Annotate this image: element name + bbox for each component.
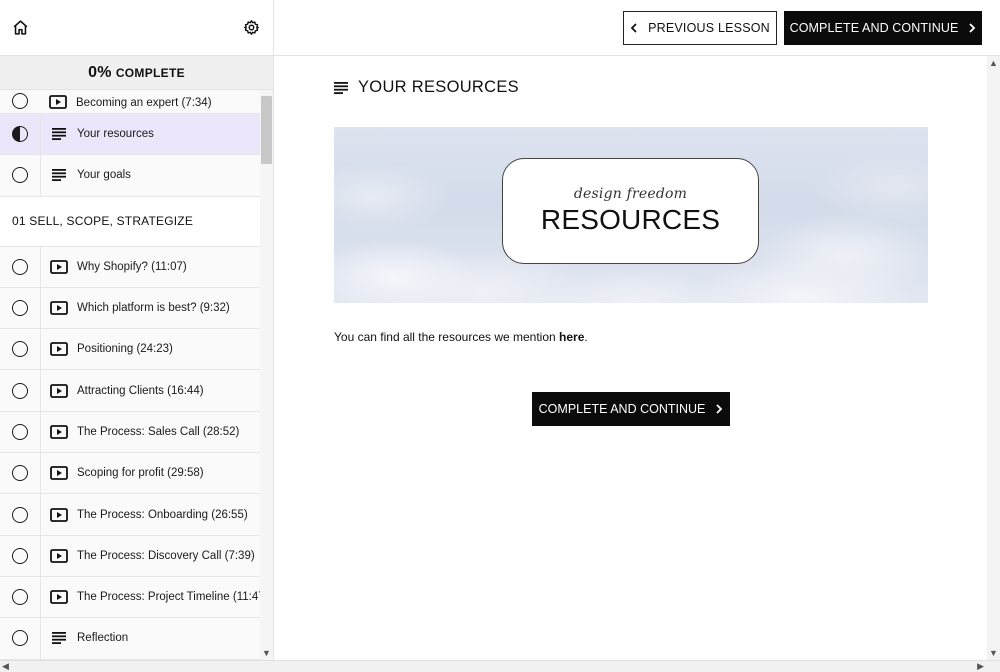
incomplete-status-icon [12,300,28,317]
incomplete-status-icon [12,465,28,482]
incomplete-status-icon [12,423,28,440]
content-scrollbar[interactable]: ▲ ▼ [987,56,1000,660]
lesson-label: Becoming an expert (7:34) [76,97,212,109]
incomplete-status-icon [12,506,28,523]
incomplete-status-icon [12,341,28,358]
text-lines-icon [52,128,66,141]
banner-card: design freedom RESOURCES [502,158,759,264]
lesson-item[interactable]: Reflection [0,618,260,660]
incomplete-status-icon [12,167,28,184]
previous-lesson-label: PREVIOUS LESSON [648,21,770,35]
lesson-label: The Process: Sales Call (28:52) [77,425,240,438]
section-title: 01 SELL, SCOPE, STRATEGIZE [0,196,260,247]
play-video-icon [50,342,68,357]
play-video-icon [50,259,68,274]
lesson-item-active[interactable]: Your resources [0,114,260,156]
sidebar-scroll-thumb[interactable] [261,96,272,164]
lesson-list: Becoming an expert (7:34) Your resources… [0,90,260,660]
incomplete-status-icon [12,382,28,399]
play-video-icon [50,301,68,315]
text-lines-icon [334,81,348,94]
chevron-right-icon [716,404,723,414]
lesson-label: The Process: Onboarding (26:55) [77,508,248,521]
complete-and-continue-button[interactable]: COMPLETE AND CONTINUE [784,11,982,45]
complete-and-continue-button-main[interactable]: COMPLETE AND CONTINUE [532,392,730,426]
chevron-left-icon [630,23,637,33]
gear-icon [243,20,259,35]
incomplete-status-icon [12,547,28,564]
text-lines-icon [52,632,66,645]
play-video-icon [50,466,68,481]
play-video-icon [50,548,68,563]
lesson-label: Your resources [77,128,154,141]
text-lines-icon [52,169,66,182]
sidebar-scrollbar[interactable]: ▼ [260,90,273,660]
progress-percent: 0% [88,63,112,81]
lesson-label: The Process: Project Timeline (11:47) [76,591,260,604]
play-video-icon [50,383,68,398]
incomplete-status-icon [12,589,28,606]
play-video-icon [50,425,68,439]
complete-and-continue-label: COMPLETE AND CONTINUE [789,21,959,35]
chevron-right-icon [969,23,976,33]
scroll-left-arrow-icon[interactable]: ◀ [2,661,9,672]
lesson-item[interactable]: The Process: Sales Call (28:52) [0,411,260,454]
incomplete-status-icon [12,630,28,647]
lesson-label: The Process: Discovery Call (7:39) [77,549,255,562]
lesson-label: Scoping for profit (29:58) [77,467,204,480]
lesson-item[interactable]: Becoming an expert (7:34) [0,90,260,114]
banner-title: RESOURCES [540,204,721,235]
course-progress: 0% COMPLETE [0,56,273,90]
body-text-suffix: . [584,330,588,344]
play-video-icon [49,95,67,109]
home-icon [13,20,27,35]
lesson-label: Which platform is best? (9:32) [77,302,230,315]
lesson-item[interactable]: Why Shopify? (11:07) [0,246,260,288]
lesson-item[interactable]: Positioning (24:23) [0,329,260,371]
lesson-label: Reflection [77,632,129,645]
scroll-down-arrow-icon[interactable]: ▼ [261,648,272,658]
progress-label: COMPLETE [115,65,185,80]
lesson-item[interactable]: Scoping for profit (29:58) [0,453,260,495]
sidebar-header [0,0,273,56]
incomplete-status-icon [12,258,28,275]
in-progress-status-icon [12,126,28,143]
play-video-icon [50,590,68,605]
scroll-right-arrow-icon[interactable]: ▶ [977,661,984,672]
banner-subtitle: design freedom [573,186,688,202]
resources-link[interactable]: here [559,330,584,344]
horizontal-scrollbar[interactable]: ◀ ▶ [0,660,1000,672]
lesson-item[interactable]: Your goals [0,155,260,197]
scroll-up-arrow-icon[interactable]: ▲ [987,58,1000,68]
page-title-text: YOUR RESOURCES [358,78,519,96]
complete-and-continue-label: COMPLETE AND CONTINUE [538,402,706,416]
body-text: You can find all the resources we mentio… [334,330,588,344]
lesson-content: YOUR RESOURCES design freedom RESOURCES … [274,56,987,660]
lesson-label: Why Shopify? (11:07) [77,260,187,273]
resources-banner-image: design freedom RESOURCES [334,127,928,303]
body-text-prefix: You can find all the resources we mentio… [334,330,560,344]
incomplete-status-icon [12,93,28,109]
play-video-icon [50,507,68,522]
course-sidebar: 0% COMPLETE Becoming an expert (7:34) Yo… [0,0,274,660]
lesson-label: Positioning (24:23) [77,343,173,356]
settings-button[interactable] [241,18,261,38]
lesson-label: Attracting Clients (16:44) [77,384,204,397]
lesson-item[interactable]: Attracting Clients (16:44) [0,370,260,412]
scroll-down-arrow-icon[interactable]: ▼ [987,648,1000,658]
lesson-item[interactable]: The Process: Discovery Call (7:39) [0,535,260,577]
lesson-item[interactable]: The Process: Onboarding (26:55) [0,494,260,536]
page-title: YOUR RESOURCES [334,78,519,97]
previous-lesson-button[interactable]: PREVIOUS LESSON [623,11,777,45]
lesson-topbar: PREVIOUS LESSON COMPLETE AND CONTINUE [274,0,1000,56]
lesson-item[interactable]: The Process: Project Timeline (11:47) [0,576,260,619]
lesson-item[interactable]: Which platform is best? (9:32) [0,287,260,330]
home-button[interactable] [10,18,30,38]
lesson-label: Your goals [77,169,131,182]
